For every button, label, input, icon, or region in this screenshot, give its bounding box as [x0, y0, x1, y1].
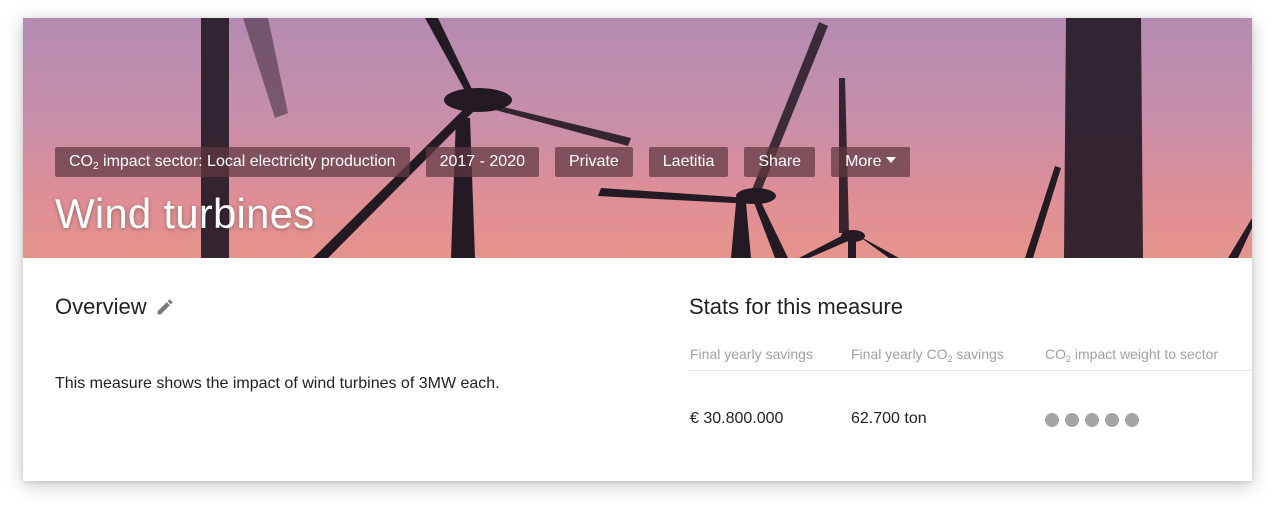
co2-savings-label-prefix: Final yearly CO	[851, 346, 948, 362]
measure-tags: CO2 impact sector: Local electricity pro…	[55, 147, 910, 177]
overview-description: This measure shows the impact of wind tu…	[55, 375, 500, 392]
stats-header-divider	[689, 370, 1252, 371]
tag-period[interactable]: 2017 - 2020	[425, 147, 539, 177]
rating-dot	[1065, 413, 1079, 427]
impact-weight-rating	[1045, 413, 1139, 427]
share-button[interactable]: Share	[744, 147, 816, 177]
savings-value: € 30.800.000	[690, 410, 784, 427]
more-dropdown-label: More	[845, 153, 882, 170]
column-header-savings: Final yearly savings	[690, 346, 813, 362]
column-header-co2-savings: Final yearly CO2 savings	[851, 346, 1004, 364]
more-dropdown-button[interactable]: More	[831, 147, 910, 177]
rating-dot	[1125, 413, 1139, 427]
hero-banner: CO2 impact sector: Local electricity pro…	[23, 18, 1252, 258]
overview-heading: Overview	[55, 294, 175, 320]
stats-title: Stats for this measure	[689, 294, 903, 319]
measure-card: CO2 impact sector: Local electricity pro…	[23, 18, 1252, 481]
column-header-impact-weight: CO2 impact weight to sector	[1045, 346, 1218, 364]
tag-impact-sector-prefix: CO	[69, 153, 93, 170]
co2-savings-value: 62.700 ton	[851, 410, 927, 427]
pencil-icon[interactable]	[155, 297, 175, 317]
rating-dot	[1105, 413, 1119, 427]
page-title: Wind turbines	[55, 190, 315, 237]
caret-down-icon	[885, 157, 896, 163]
tag-impact-sector-label: impact sector: Local electricity product…	[98, 153, 396, 170]
co2-savings-label-suffix: savings	[952, 346, 1004, 362]
overview-title: Overview	[55, 294, 147, 319]
tag-impact-sector[interactable]: CO2 impact sector: Local electricity pro…	[55, 147, 410, 177]
tag-owner[interactable]: Laetitia	[648, 147, 729, 177]
rating-dot	[1085, 413, 1099, 427]
impact-weight-label-prefix: CO	[1045, 346, 1066, 362]
impact-weight-label-suffix: impact weight to sector	[1071, 346, 1219, 362]
tag-visibility[interactable]: Private	[554, 147, 633, 177]
rating-dot	[1045, 413, 1059, 427]
